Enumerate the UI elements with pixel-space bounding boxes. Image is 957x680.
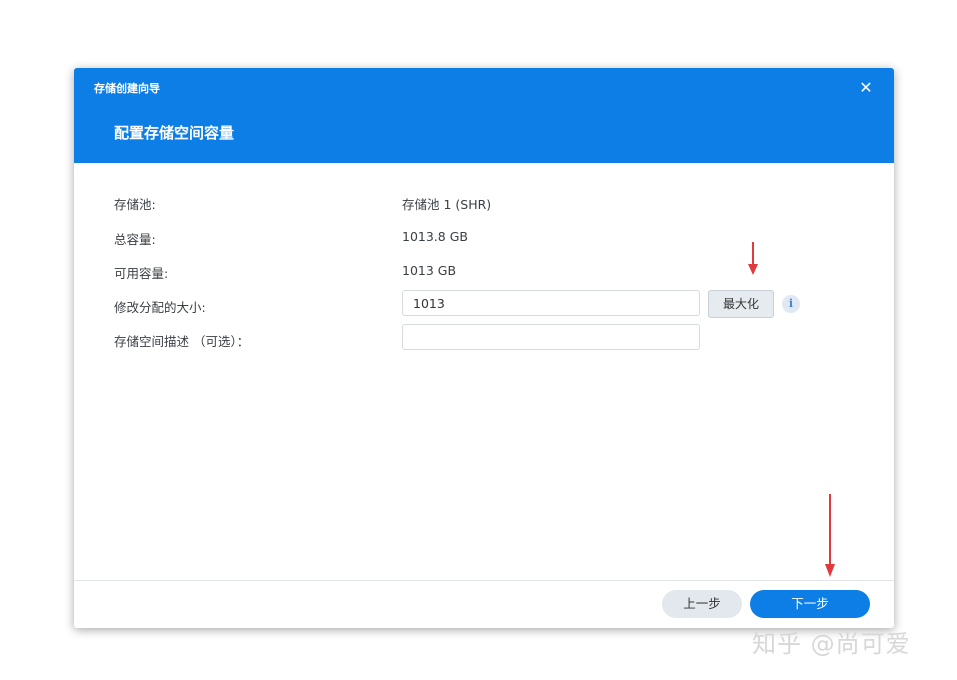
description-label: 存储空间描述 （可选）： [114,334,250,349]
total-capacity-value: 1013.8 GB [402,229,468,244]
previous-step-button[interactable]: 上一步 [662,590,742,618]
description-input[interactable] [402,324,700,350]
storage-wizard-dialog: 存储创建向导 ✕ 配置存储空间容量 存储池: 存储池 1 (SHR) 总容量: … [74,68,894,628]
next-step-button[interactable]: 下一步 [750,590,870,618]
annotation-arrow-maximize [748,242,758,275]
close-icon[interactable]: ✕ [856,78,876,98]
total-capacity-label: 总容量: [114,232,156,247]
available-capacity-label: 可用容量: [114,266,169,281]
pool-label: 存储池: [114,197,156,212]
watermark: 知乎 @尚可爱 [752,630,911,658]
footer-divider [74,580,894,581]
allocated-size-input[interactable] [402,290,700,316]
info-icon[interactable]: i [782,295,800,313]
allocated-size-label: 修改分配的大小: [114,300,206,315]
available-capacity-value: 1013 GB [402,263,457,278]
annotation-arrow-next [825,494,835,577]
pool-value: 存储池 1 (SHR) [402,197,492,212]
maximize-button[interactable]: 最大化 [708,290,774,318]
wizard-title: 存储创建向导 [94,82,160,95]
step-title: 配置存储空间容量 [114,124,235,142]
dialog-header: 存储创建向导 ✕ 配置存储空间容量 [74,68,894,163]
